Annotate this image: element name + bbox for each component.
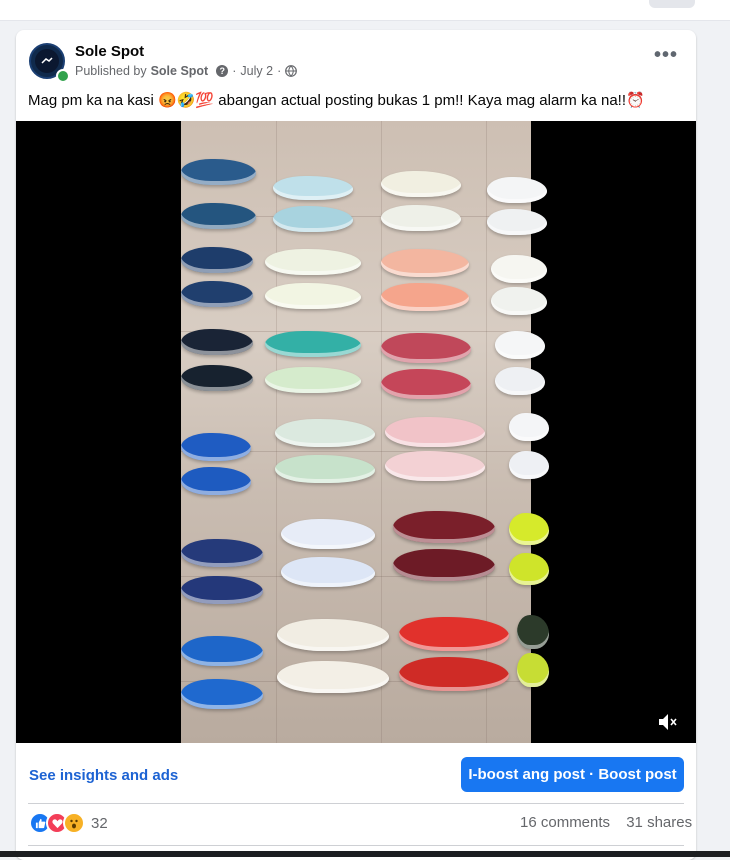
shoe bbox=[509, 513, 549, 545]
shoe bbox=[509, 451, 549, 479]
meta-separator: · bbox=[232, 64, 237, 78]
top-bar bbox=[0, 0, 730, 21]
shoe bbox=[181, 576, 263, 604]
published-prefix: Published by bbox=[75, 64, 147, 78]
shoe bbox=[385, 417, 485, 447]
post-video[interactable] bbox=[16, 121, 696, 743]
comments-count[interactable]: 16 comments bbox=[520, 814, 610, 831]
online-status-dot bbox=[56, 69, 70, 83]
shoe bbox=[265, 249, 361, 275]
shoe bbox=[381, 249, 469, 277]
shoe bbox=[393, 511, 495, 543]
sneakers-photo bbox=[181, 121, 549, 743]
reactions-summary[interactable]: 32 bbox=[29, 812, 108, 834]
shares-count[interactable]: 31 shares bbox=[626, 814, 692, 831]
insights-link[interactable]: See insights and ads bbox=[29, 767, 178, 784]
shoe bbox=[381, 369, 471, 399]
mute-icon[interactable] bbox=[656, 710, 680, 734]
shoe bbox=[385, 451, 485, 481]
shoe bbox=[487, 177, 547, 203]
shoe bbox=[181, 636, 263, 666]
shoe bbox=[181, 203, 256, 229]
divider bbox=[28, 845, 684, 846]
reaction-count: 32 bbox=[91, 814, 108, 832]
shoe bbox=[275, 419, 375, 447]
shoe bbox=[181, 159, 256, 185]
post-meta: Published by Sole Spot ? · July 2 · bbox=[75, 64, 298, 78]
shoe bbox=[491, 287, 547, 315]
shoe bbox=[399, 657, 509, 691]
shoe bbox=[265, 331, 361, 357]
shoe bbox=[487, 209, 547, 235]
divider bbox=[28, 803, 684, 804]
shoe bbox=[181, 365, 253, 391]
shoe bbox=[509, 413, 549, 441]
shoe bbox=[495, 331, 545, 359]
shoe bbox=[273, 176, 353, 200]
post-text: Mag pm ka na kasi 😡🤣💯 abangan actual pos… bbox=[28, 92, 645, 109]
published-by[interactable]: Sole Spot bbox=[151, 64, 209, 78]
page-name[interactable]: Sole Spot bbox=[75, 43, 144, 60]
shoe bbox=[381, 205, 461, 231]
shoe bbox=[275, 455, 375, 483]
shoe bbox=[181, 329, 253, 355]
shoe bbox=[281, 557, 375, 587]
shoe bbox=[381, 171, 461, 197]
shoe bbox=[393, 549, 495, 581]
shoe bbox=[181, 539, 263, 567]
shoe bbox=[265, 283, 361, 309]
shoe bbox=[181, 281, 253, 307]
post-actions-bar: See insights and ads I-boost ang post · … bbox=[16, 743, 696, 803]
shoe bbox=[517, 615, 549, 649]
meta-separator-2: · bbox=[277, 64, 282, 78]
wow-icon bbox=[63, 812, 85, 834]
shoe bbox=[495, 367, 545, 395]
globe-icon bbox=[285, 65, 298, 77]
shoe bbox=[281, 519, 375, 549]
shoe bbox=[399, 617, 509, 651]
shoe bbox=[381, 283, 469, 311]
shoe bbox=[181, 679, 263, 709]
shoe bbox=[509, 553, 549, 585]
top-bar-button[interactable] bbox=[649, 0, 695, 8]
shoe bbox=[277, 619, 389, 651]
shoe bbox=[273, 206, 353, 232]
avatar-logo bbox=[35, 49, 59, 73]
bottom-strip bbox=[0, 851, 730, 857]
engagement-counts: 16 comments 31 shares bbox=[520, 814, 692, 831]
shoe bbox=[277, 661, 389, 693]
shoe bbox=[265, 367, 361, 393]
shoe bbox=[181, 247, 253, 273]
shoe bbox=[381, 333, 471, 363]
shoe bbox=[181, 467, 251, 495]
post-card: Sole Spot Published by Sole Spot ? · Jul… bbox=[16, 30, 696, 860]
shoe bbox=[491, 255, 547, 283]
boost-post-button[interactable]: I-boost ang post · Boost post bbox=[461, 757, 684, 792]
shoe bbox=[181, 433, 251, 461]
more-options-button[interactable]: ••• bbox=[652, 45, 680, 68]
shoe bbox=[517, 653, 549, 687]
post-date[interactable]: July 2 bbox=[240, 64, 273, 78]
help-icon[interactable]: ? bbox=[216, 65, 229, 77]
